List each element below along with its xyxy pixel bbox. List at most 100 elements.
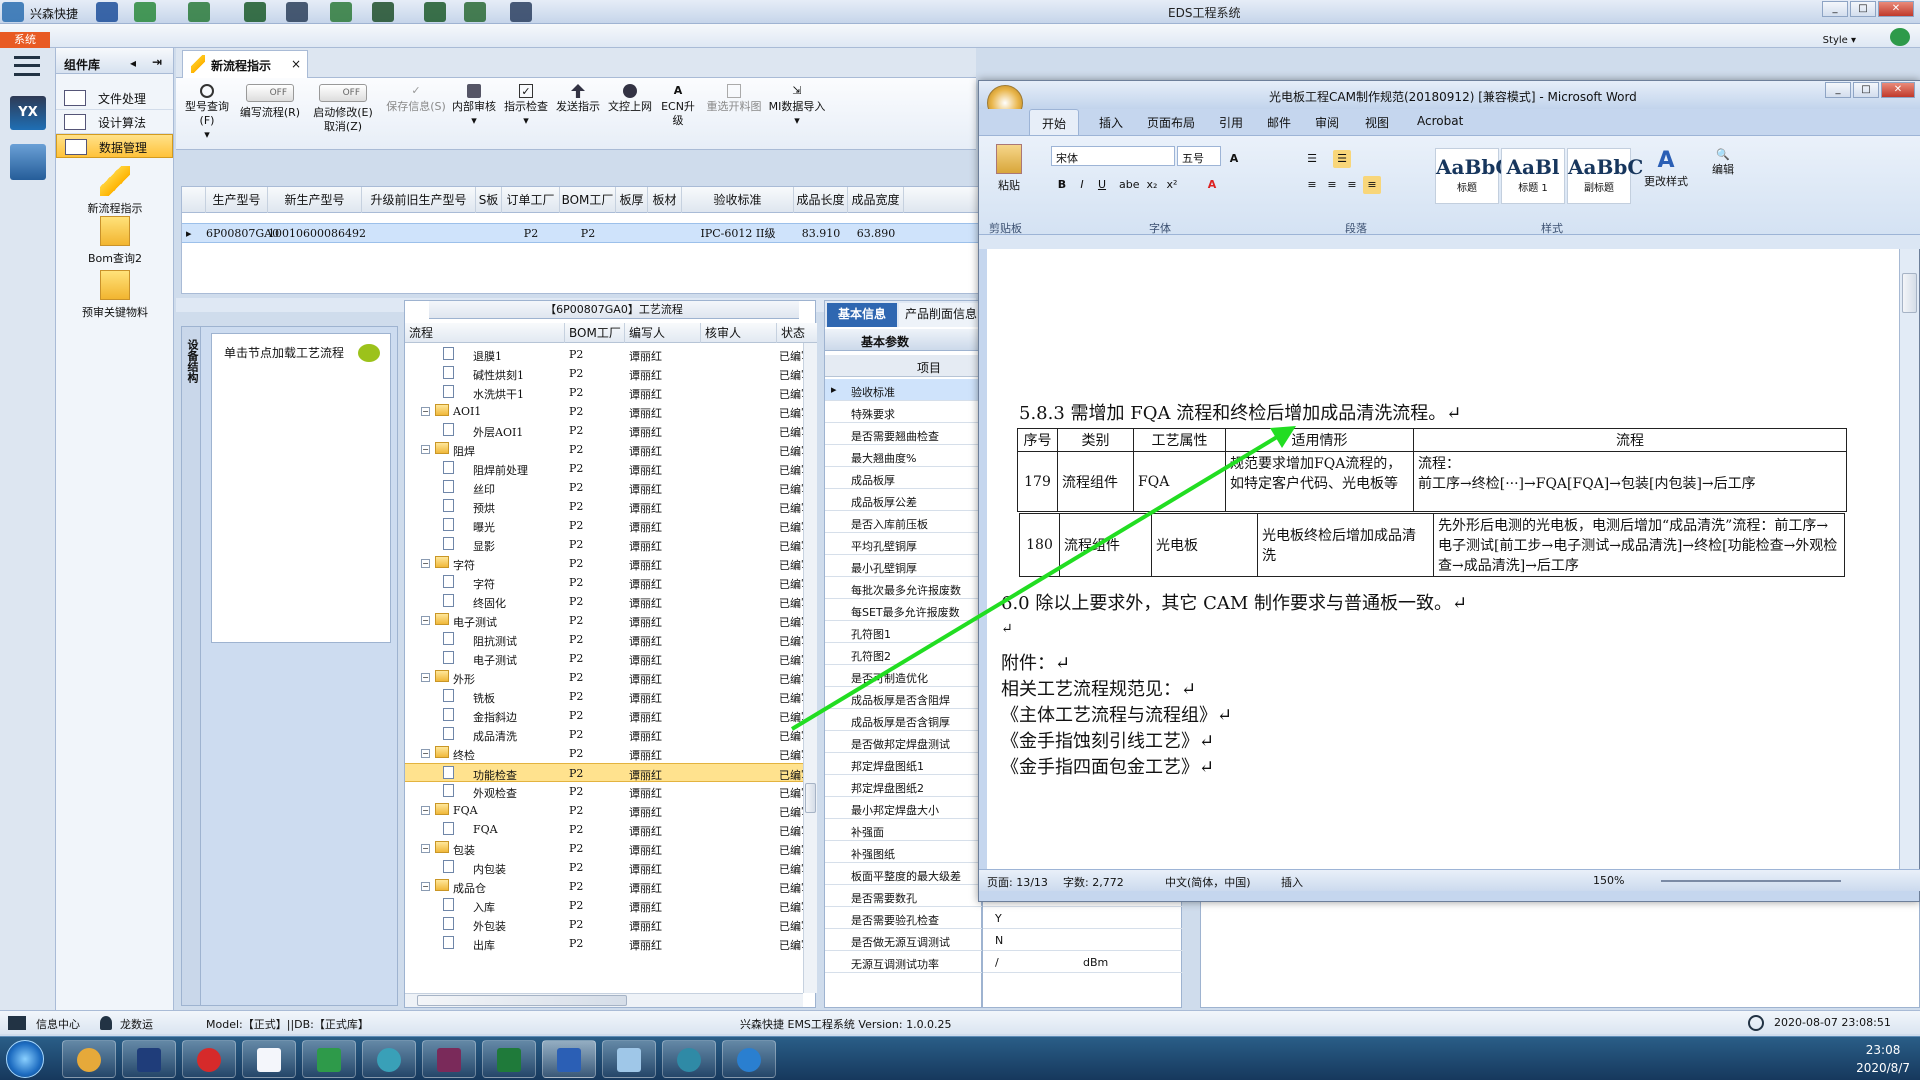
col-new-model[interactable]: 新生产型号 [268, 187, 362, 213]
col-old-model[interactable]: 升级前旧生产型号 [362, 187, 476, 213]
zoom-slider[interactable] [1661, 880, 1841, 882]
search-icon[interactable] [96, 2, 118, 22]
taskbar-clock[interactable]: 23:08 2020/8/7 [1856, 1041, 1910, 1077]
bold-button[interactable]: B [1053, 176, 1071, 194]
ecn-upgrade-button[interactable]: A ECN升级 [656, 84, 700, 128]
tree-row[interactable]: 内包装 P2 谭丽红 已编写 [405, 858, 805, 877]
tree-row[interactable]: − 成品仓 P2 谭丽红 已编写 [405, 877, 805, 896]
collapse-toggle-icon[interactable]: − [421, 806, 430, 815]
collapse-toggle-icon[interactable]: − [421, 749, 430, 758]
word-count[interactable]: 字数: 2,772 [1063, 874, 1124, 890]
collapse-toggle-icon[interactable]: − [421, 559, 430, 568]
tree-row[interactable]: 金指斜边 P2 谭丽红 已编写 [405, 706, 805, 725]
tab-acrobat[interactable]: Acrobat [1417, 114, 1463, 128]
numbering-button[interactable]: ☰ [1333, 150, 1351, 168]
tree-hscrollbar[interactable] [405, 993, 803, 1007]
collapse-toggle-icon[interactable]: − [421, 407, 430, 416]
property-row[interactable]: 补强图纸 [825, 841, 983, 863]
save-info-button[interactable]: ✓ 保存信息(S) [386, 84, 446, 114]
tool-bom-query[interactable]: Bom查询2 [56, 216, 174, 266]
grow-font-button[interactable]: A [1225, 150, 1243, 168]
col-flow[interactable]: 流程 [405, 323, 565, 343]
tree-row[interactable]: 外层AOI1 P2 谭丽红 已编写 [405, 421, 805, 440]
tree-row[interactable]: − AOI1 P2 谭丽红 已编写 [405, 402, 805, 421]
table-row[interactable]: ▸ 6P00807GA0 10010600086492 P2 P2 IPC-60… [182, 223, 982, 243]
property-row[interactable]: 无源互调测试功率 [825, 951, 983, 973]
property-row[interactable]: 成品板厚是否含铜厚 [825, 709, 983, 731]
table-icon[interactable] [188, 2, 210, 22]
tree-row[interactable]: 出库 P2 谭丽红 已编写 [405, 934, 805, 953]
property-row[interactable]: 是否需要数孔 [825, 885, 983, 907]
taskbar-app-x[interactable] [422, 1040, 476, 1078]
tree-row[interactable]: − 电子测试 P2 谭丽红 已编写 [405, 611, 805, 630]
col-acceptance[interactable]: 验收标准 [682, 187, 794, 213]
instruction-check-button[interactable]: ✓ 指示检查 ▾ [502, 84, 550, 128]
word-restore-button[interactable]: □ [1853, 82, 1879, 98]
cancel-label[interactable]: 取消(Z) [324, 120, 362, 133]
property-row[interactable]: 是否做无源互调测试 [825, 929, 983, 951]
style-subtitle[interactable]: AaBbC 副标题 [1567, 148, 1643, 204]
collapse-toggle-icon[interactable]: − [421, 445, 430, 454]
send-instruction-button[interactable]: 发送指示 [554, 84, 602, 114]
collapse-toggle-icon[interactable]: − [421, 844, 430, 853]
paragraph-align-right[interactable]: ≡ [1343, 176, 1361, 194]
yx-app-icon[interactable]: YX [10, 96, 46, 130]
word-close-button[interactable]: ✕ [1881, 82, 1915, 98]
property-row[interactable]: 是否可制造优化 [825, 665, 983, 687]
tab-home[interactable]: 开始 [1029, 109, 1080, 135]
taskbar-app-red[interactable] [182, 1040, 236, 1078]
tree-row[interactable]: 丝印 P2 谭丽红 已编写 [405, 478, 805, 497]
maximize-button[interactable]: □ [1850, 1, 1876, 17]
property-row[interactable]: 是否做邦定焊盘测试 [825, 731, 983, 753]
nav-item-file[interactable]: 文件处理 [56, 86, 173, 110]
taskbar-app-word[interactable] [542, 1040, 596, 1078]
taskbar-app-fish[interactable] [362, 1040, 416, 1078]
tree-row[interactable]: − FQA P2 谭丽红 已编写 [405, 801, 805, 820]
nav-item-algorithm[interactable]: 设计算法 [56, 110, 173, 134]
col-material[interactable]: 板材 [648, 187, 682, 213]
superscript-button[interactable]: x² [1163, 176, 1181, 194]
tree-row[interactable]: 外观检查 P2 谭丽红 已编写 [405, 782, 805, 801]
list-icon[interactable] [372, 2, 394, 22]
hamburger-icon[interactable] [14, 56, 40, 76]
font-color-button[interactable]: A [1203, 176, 1221, 194]
property-row[interactable]: 最小邦定焊盘大小 [825, 797, 983, 819]
vertical-tab[interactable]: 设备结构 [181, 326, 201, 1006]
underline-button[interactable]: U [1093, 176, 1111, 194]
tree-vscrollbar[interactable] [803, 343, 817, 993]
property-value-row[interactable]: / dBm [983, 951, 1183, 973]
col-order-factory[interactable]: 订单工厂 [502, 187, 560, 213]
chart-icon[interactable] [464, 2, 486, 22]
property-row[interactable]: 最小孔壁铜厚 [825, 555, 983, 577]
taskbar-app-paper[interactable] [602, 1040, 656, 1078]
change-styles-button[interactable]: A 更改样式 [1641, 148, 1691, 189]
property-row[interactable]: 成品板厚 [825, 467, 983, 489]
property-row[interactable]: 是否需要翘曲检查 [825, 423, 983, 445]
col-bom[interactable]: BOM工厂 [565, 323, 625, 343]
user-icon[interactable] [424, 2, 446, 22]
tree-row[interactable]: 功能检查 P2 谭丽红 已编写 [405, 763, 805, 782]
tree-row[interactable]: − 终检 P2 谭丽红 已编写 [405, 744, 805, 763]
tree-row[interactable]: 预烘 P2 谭丽红 已编写 [405, 497, 805, 516]
font-size-combo[interactable]: 五号 [1177, 146, 1221, 166]
grid-icon[interactable] [8, 1016, 26, 1030]
style-dropdown[interactable]: Style ▾ [1823, 35, 1856, 46]
language-label[interactable]: 中文(简体，中国) [1165, 874, 1251, 890]
subscript-button[interactable]: x₂ [1143, 176, 1161, 194]
style-title[interactable]: AaBbC 标题 [1435, 148, 1511, 204]
taskbar-app-fish2[interactable] [662, 1040, 716, 1078]
close-button[interactable]: ✕ [1878, 1, 1914, 17]
zoom-level[interactable]: 150% [1593, 874, 1624, 887]
property-row[interactable]: 补强面 [825, 819, 983, 841]
info-center-label[interactable]: 信息中心 [36, 1016, 80, 1032]
collapse-toggle-icon[interactable]: − [421, 673, 430, 682]
document-page[interactable]: 5.8.3 需增加 FQA 流程和终检后增加成品清洗流程。↵ 序号 类别 工艺属性适… [987, 249, 1899, 869]
strikethrough-button[interactable]: abe [1119, 176, 1140, 194]
tool-key-material[interactable]: 预审关键物料 [56, 270, 174, 320]
phone-icon[interactable] [1890, 28, 1910, 46]
database-icon[interactable] [10, 144, 46, 180]
property-row[interactable]: 成品板厚公差 [825, 489, 983, 511]
col-thickness[interactable]: 板厚 [616, 187, 648, 213]
minimize-button[interactable]: _ [1822, 1, 1848, 17]
taskbar-app-excel[interactable] [482, 1040, 536, 1078]
